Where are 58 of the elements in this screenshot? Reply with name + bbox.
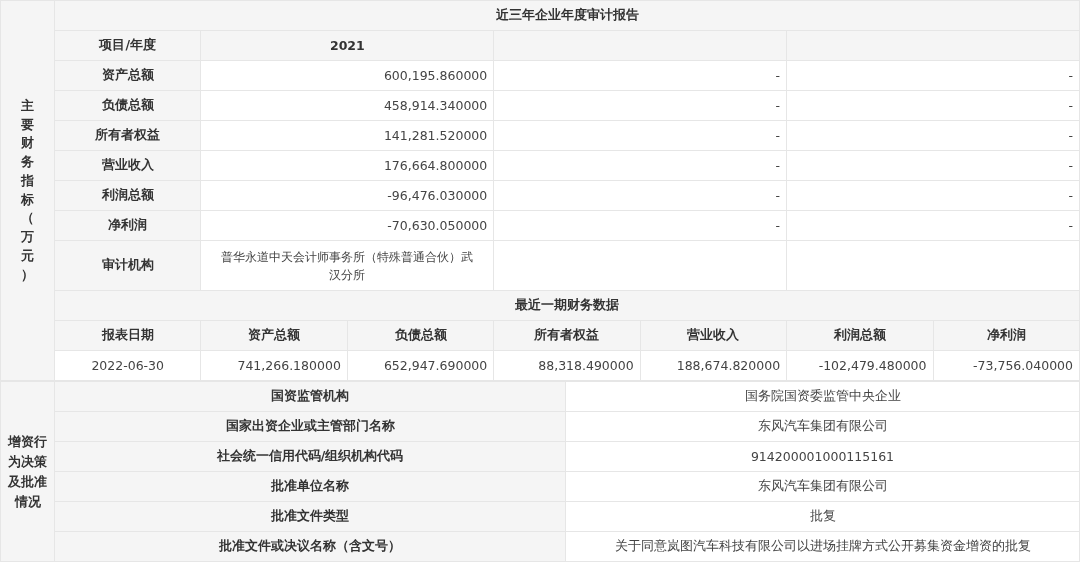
table-cell: -70,630.050000 [200, 210, 494, 241]
row-header: 所有者权益 [54, 120, 201, 151]
table-cell: 批复 [565, 501, 1080, 532]
table-cell: 176,664.800000 [200, 150, 494, 181]
table-cell: - [493, 180, 787, 211]
row-header: 审计机构 [54, 240, 201, 291]
table-cell: 741,266.180000 [200, 350, 348, 381]
table-cell: - [493, 120, 787, 151]
row-group-label: 增资行为决策及批准情况 [7, 432, 48, 511]
table-cell: 141,281.520000 [200, 120, 494, 151]
table-cell: 东风汽车集团有限公司 [565, 471, 1080, 502]
row-header: 社会统一信用代码/组织机构代码 [54, 441, 566, 472]
row-header: 利润总额 [54, 180, 201, 211]
column-header: 资产总额 [200, 320, 348, 351]
table-cell: 普华永道中天会计师事务所（特殊普通合伙）武汉分所 [200, 240, 494, 291]
row-header: 国家出资企业或主管部门名称 [54, 411, 566, 442]
table-cell: -73,756.040000 [933, 350, 1080, 381]
row-header: 批准文件类型 [54, 501, 566, 532]
column-header: 利润总额 [786, 320, 934, 351]
table-cell: - [493, 90, 787, 121]
table-cell: 914200001000115161 [565, 441, 1080, 472]
column-header: 报表日期 [54, 320, 201, 351]
table-cell: 600,195.860000 [200, 60, 494, 91]
table-cell: - [493, 150, 787, 181]
column-header: 营业收入 [640, 320, 787, 351]
table-cell: - [786, 60, 1080, 91]
table-title: 近三年企业年度审计报告 [54, 0, 1080, 31]
table-cell: - [493, 210, 787, 241]
column-header: 所有者权益 [493, 320, 641, 351]
row-header: 批准文件或决议名称（含文号） [54, 531, 566, 562]
table-cell: - [786, 210, 1080, 241]
table-title: 最近一期财务数据 [54, 290, 1080, 321]
table-cell: 652,947.690000 [347, 350, 494, 381]
row-header: 净利润 [54, 210, 201, 241]
table-cell: 458,914.340000 [200, 90, 494, 121]
row-header: 国资监管机构 [54, 381, 566, 412]
table-cell: -102,479.480000 [786, 350, 934, 381]
table-cell: 国务院国资委监管中央企业 [565, 381, 1080, 412]
row-header: 营业收入 [54, 150, 201, 181]
table-cell: 2022-06-30 [54, 350, 201, 381]
row-header: 资产总额 [54, 60, 201, 91]
table-cell: 关于同意岚图汽车科技有限公司以进场挂牌方式公开募集资金增资的批复 [565, 531, 1080, 562]
table-cell: -96,476.030000 [200, 180, 494, 211]
table-cell: - [786, 150, 1080, 181]
column-header: 2021 [200, 30, 494, 61]
table-cell: - [786, 90, 1080, 121]
column-header: 净利润 [933, 320, 1080, 351]
table-cell: 188,674.820000 [640, 350, 787, 381]
table-cell: - [493, 60, 787, 91]
row-header: 负债总额 [54, 90, 201, 121]
table-cell: 东风汽车集团有限公司 [565, 411, 1080, 442]
table-cell: 88,318.490000 [493, 350, 641, 381]
table-cell: - [786, 180, 1080, 211]
table-cell: - [786, 120, 1080, 151]
row-header: 批准单位名称 [54, 471, 566, 502]
row-group-label: 主要财务指标（万元） [20, 96, 35, 284]
column-header: 负债总额 [347, 320, 494, 351]
column-header: 项目/年度 [54, 30, 201, 61]
